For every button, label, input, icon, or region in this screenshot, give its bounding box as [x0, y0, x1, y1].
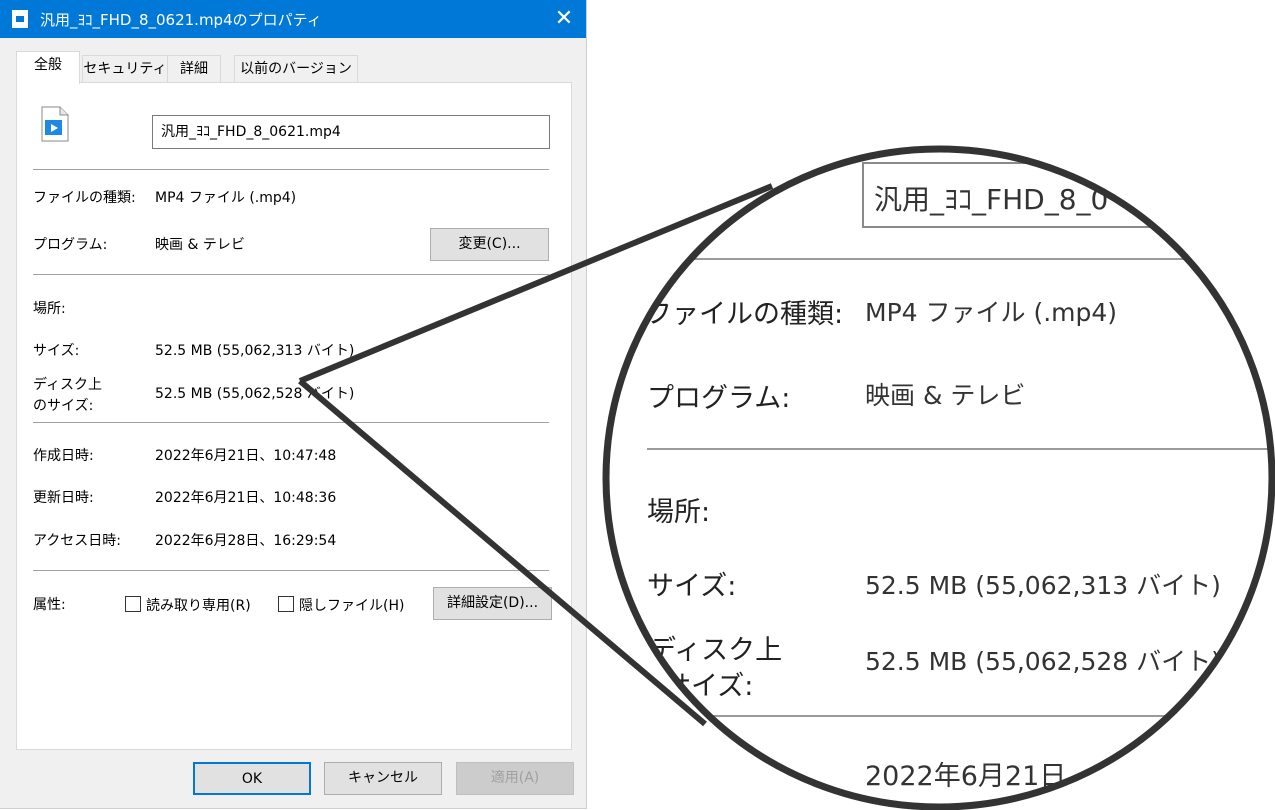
tab-general[interactable]: 全般	[16, 51, 80, 84]
zoom-connector-bottom	[298, 378, 707, 727]
zoom-circle	[602, 145, 1275, 810]
zoom-callout-outline	[298, 145, 1275, 810]
zoom-connector-top	[298, 183, 774, 384]
